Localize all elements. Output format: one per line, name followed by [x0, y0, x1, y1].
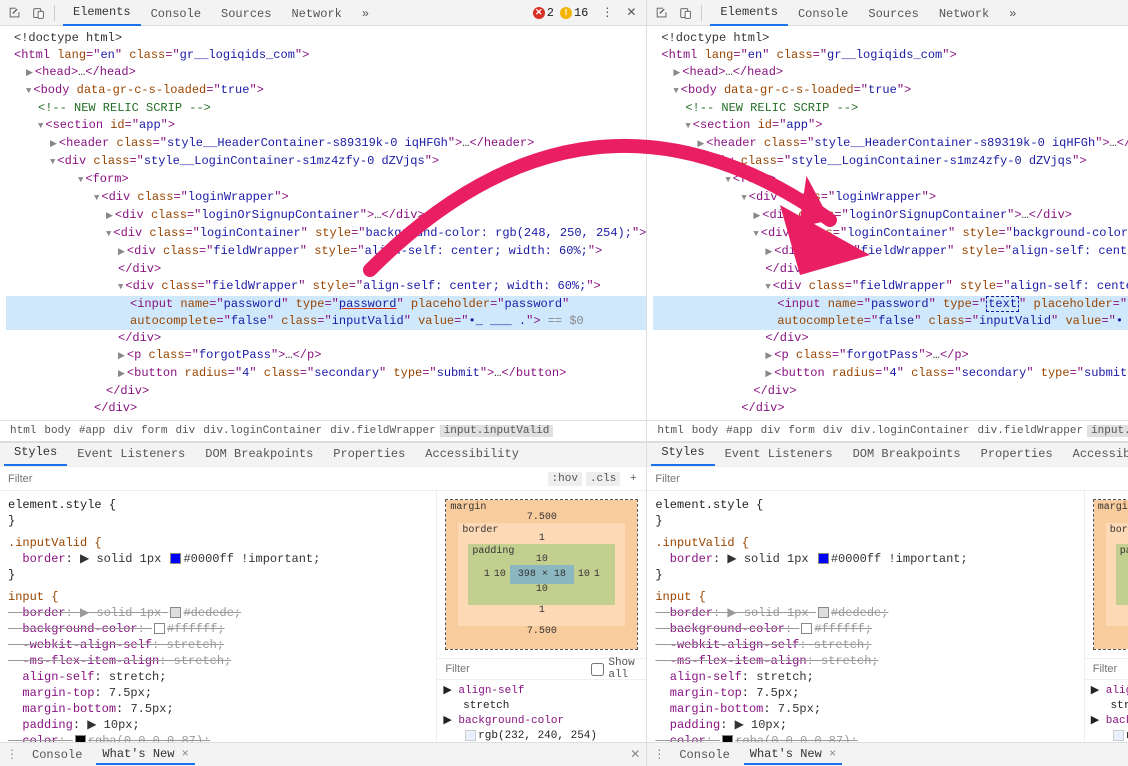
type-value-text: text: [986, 296, 1019, 312]
color-swatch[interactable]: [154, 623, 165, 634]
top-toolbar: Elements Console Sources Network » ✕ 2 !…: [647, 0, 1128, 26]
device-toggle-icon[interactable]: [28, 2, 50, 24]
crumb-selected[interactable]: input.inputValid: [440, 425, 554, 437]
color-swatch[interactable]: [170, 607, 181, 618]
box-model[interactable]: margin 7.500 border 1 padding 10 1 10: [1093, 499, 1128, 650]
drawer: ⋮ Console What's New × ✕: [0, 742, 646, 766]
show-all-checkbox[interactable]: [591, 663, 604, 676]
main-tabs: Elements Console Sources Network »: [63, 0, 379, 26]
crumb[interactable]: div.loginContainer: [199, 425, 326, 437]
styles-pane: Styles Event Listeners DOM Breakpoints P…: [647, 442, 1128, 742]
color-swatch-blue[interactable]: [818, 553, 829, 564]
crumb[interactable]: html: [6, 425, 40, 437]
subtab-styles[interactable]: Styles: [4, 441, 67, 466]
device-toggle-icon[interactable]: [675, 2, 697, 24]
close-drawer-tab-icon[interactable]: ×: [829, 747, 836, 761]
inspect-icon[interactable]: [4, 2, 26, 24]
crumb[interactable]: div: [171, 425, 199, 437]
tab-sources[interactable]: Sources: [858, 3, 928, 26]
doctype: <!doctype html>: [14, 31, 122, 45]
subtab-accessibility[interactable]: Accessibility: [1063, 443, 1128, 466]
styles-pane: Styles Event Listeners DOM Breakpoints P…: [0, 442, 646, 742]
add-rule-icon[interactable]: +: [624, 470, 642, 488]
kebab-icon[interactable]: ⋮: [596, 2, 618, 24]
subtab-eventlisteners[interactable]: Event Listeners: [715, 443, 843, 466]
styles-filter-row: :hov .cls +: [0, 467, 646, 491]
close-devtools-icon[interactable]: ✕: [620, 2, 642, 24]
tab-elements[interactable]: Elements: [63, 1, 141, 26]
crumb[interactable]: div.fieldWrapper: [326, 425, 440, 437]
drawer-whatsnew[interactable]: What's New ×: [744, 745, 842, 765]
type-value-password: password: [339, 297, 397, 311]
crumb[interactable]: div: [109, 425, 137, 437]
color-swatch[interactable]: [1113, 730, 1124, 741]
error-red-count: 2: [547, 6, 554, 20]
show-all-label: Show all: [608, 657, 642, 681]
crumb[interactable]: #app: [75, 425, 109, 437]
subtab-styles[interactable]: Styles: [651, 441, 714, 466]
top-toolbar: Elements Console Sources Network » ✕ 2 !…: [0, 0, 646, 26]
dom-tree[interactable]: <!doctype html> <html lang="en" class="g…: [0, 26, 646, 420]
drawer: ⋮ Console What's New × ✕: [647, 742, 1128, 766]
selected-input-element[interactable]: <input name="password" type="password" p…: [6, 296, 646, 313]
subtab-accessibility[interactable]: Accessibility: [415, 443, 529, 466]
styles-filter-input[interactable]: [651, 471, 1128, 487]
computed-properties[interactable]: ▶ align-self stretch ▶ background-color …: [437, 680, 646, 742]
color-swatch[interactable]: [465, 730, 476, 741]
drawer-kebab-icon[interactable]: ⋮: [653, 747, 665, 762]
hov-toggle[interactable]: :hov: [548, 472, 582, 486]
color-swatch[interactable]: [818, 607, 829, 618]
devtools-panel-right: Elements Console Sources Network » ✕ 2 !…: [647, 0, 1128, 766]
tab-more[interactable]: »: [352, 3, 379, 26]
subtab-properties[interactable]: Properties: [971, 443, 1063, 466]
computed-filter-input[interactable]: [441, 661, 591, 677]
selected-input-element[interactable]: <input name="password" type="text" place…: [653, 296, 1128, 313]
close-drawer-icon[interactable]: ✕: [630, 747, 640, 762]
tab-more[interactable]: »: [999, 3, 1026, 26]
dom-tree[interactable]: <!doctype html> <html lang="en" class="g…: [647, 26, 1128, 420]
color-swatch[interactable]: [722, 735, 733, 742]
styles-filter-input[interactable]: [4, 471, 544, 487]
breadcrumb[interactable]: html body #app div form div div.loginCon…: [0, 420, 646, 442]
tab-console[interactable]: Console: [788, 3, 858, 26]
tab-network[interactable]: Network: [281, 3, 351, 26]
color-swatch[interactable]: [75, 735, 86, 742]
subtab-dombreakpoints[interactable]: DOM Breakpoints: [843, 443, 971, 466]
error-count[interactable]: ✕ 2 ! 16: [533, 6, 589, 20]
error-yellow-count: 16: [574, 6, 588, 20]
inspect-icon[interactable]: [651, 2, 673, 24]
subtab-properties[interactable]: Properties: [323, 443, 415, 466]
crumb[interactable]: body: [40, 425, 74, 437]
tab-console[interactable]: Console: [141, 3, 211, 26]
warning-icon: !: [560, 7, 572, 19]
breadcrumb[interactable]: html body #app div form div div.loginCon…: [647, 420, 1128, 442]
tab-network[interactable]: Network: [929, 3, 999, 26]
computed-properties[interactable]: ▶ align-self stretch ▶ background-color …: [1085, 680, 1128, 742]
box-content: 398 × 18: [510, 565, 574, 584]
box-model[interactable]: margin 7.500 border 1 padding 10 1 10: [445, 499, 638, 650]
crumb[interactable]: form: [137, 425, 171, 437]
drawer-kebab-icon[interactable]: ⋮: [6, 747, 18, 762]
cls-toggle[interactable]: .cls: [586, 472, 620, 486]
computed-filter-input[interactable]: [1089, 661, 1128, 677]
close-drawer-tab-icon[interactable]: ×: [182, 747, 189, 761]
styles-rules[interactable]: element.style { } .inputValid { border: …: [647, 491, 1083, 742]
subtab-eventlisteners[interactable]: Event Listeners: [67, 443, 195, 466]
color-swatch-blue[interactable]: [170, 553, 181, 564]
devtools-panel-left: Elements Console Sources Network » ✕ 2 !…: [0, 0, 647, 766]
tab-sources[interactable]: Sources: [211, 3, 281, 26]
drawer-console[interactable]: Console: [26, 746, 88, 764]
sub-tabs: Styles Event Listeners DOM Breakpoints P…: [0, 443, 646, 467]
subtab-dombreakpoints[interactable]: DOM Breakpoints: [195, 443, 323, 466]
drawer-whatsnew[interactable]: What's New ×: [96, 745, 194, 765]
styles-rules[interactable]: element.style { } .inputValid { border: …: [0, 491, 436, 742]
error-icon: ✕: [533, 7, 545, 19]
color-swatch[interactable]: [801, 623, 812, 634]
box-model-pane: margin 7.500 border 1 padding 10 1 10: [436, 491, 646, 742]
tab-elements[interactable]: Elements: [710, 1, 788, 26]
drawer-console[interactable]: Console: [673, 746, 735, 764]
